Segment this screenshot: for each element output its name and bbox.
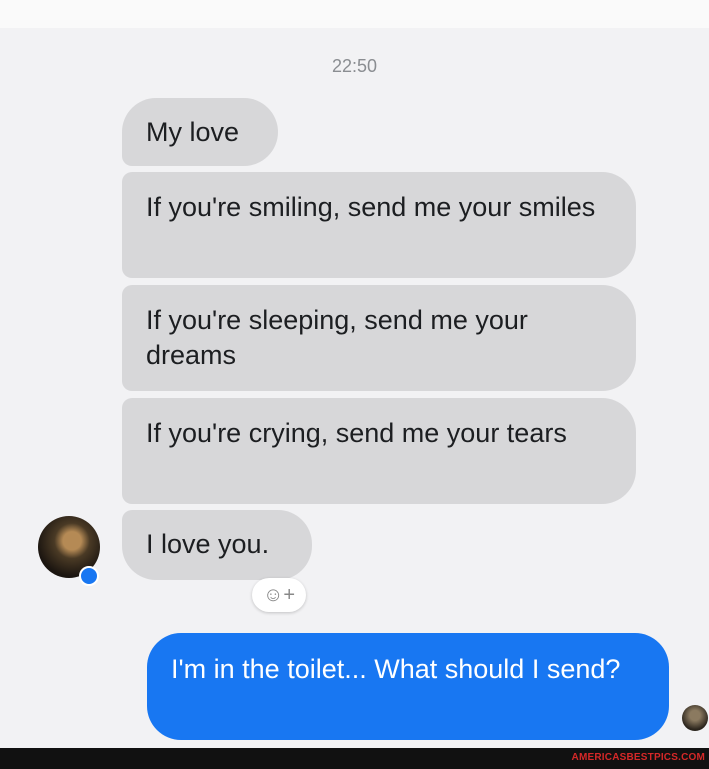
message-timestamp: 22:50 [331,56,378,76]
received-message[interactable]: If you're sleeping, send me your dreams [122,285,636,391]
received-message[interactable]: If you're crying, send me your tears [122,398,636,504]
watermark-text: AMERICASBESTPICS.COM [571,752,705,763]
sent-message[interactable]: I'm in the toilet... What should I send? [147,633,669,740]
add-reaction-icon[interactable]: ☺+ [252,578,306,612]
messenger-badge-icon [79,566,99,586]
received-message[interactable]: My love [122,98,278,166]
read-receipt-avatar [682,705,708,731]
top-band [0,0,709,28]
received-message[interactable]: I love you. [122,510,312,580]
received-message[interactable]: If you're smiling, send me your smiles [122,172,636,278]
